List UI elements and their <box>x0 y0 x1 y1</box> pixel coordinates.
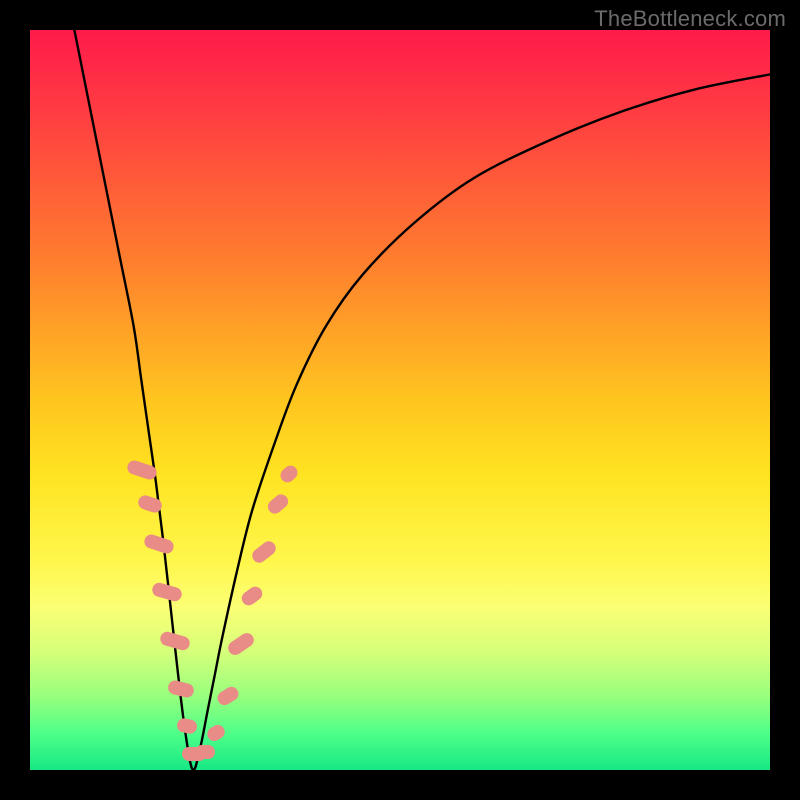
curve-layer <box>30 30 770 770</box>
bottleneck-curve <box>74 30 770 770</box>
watermark-text: TheBottleneck.com <box>594 6 786 32</box>
plot-area <box>30 30 770 770</box>
chart-frame: TheBottleneck.com <box>0 0 800 800</box>
highlight-marker <box>195 745 215 759</box>
